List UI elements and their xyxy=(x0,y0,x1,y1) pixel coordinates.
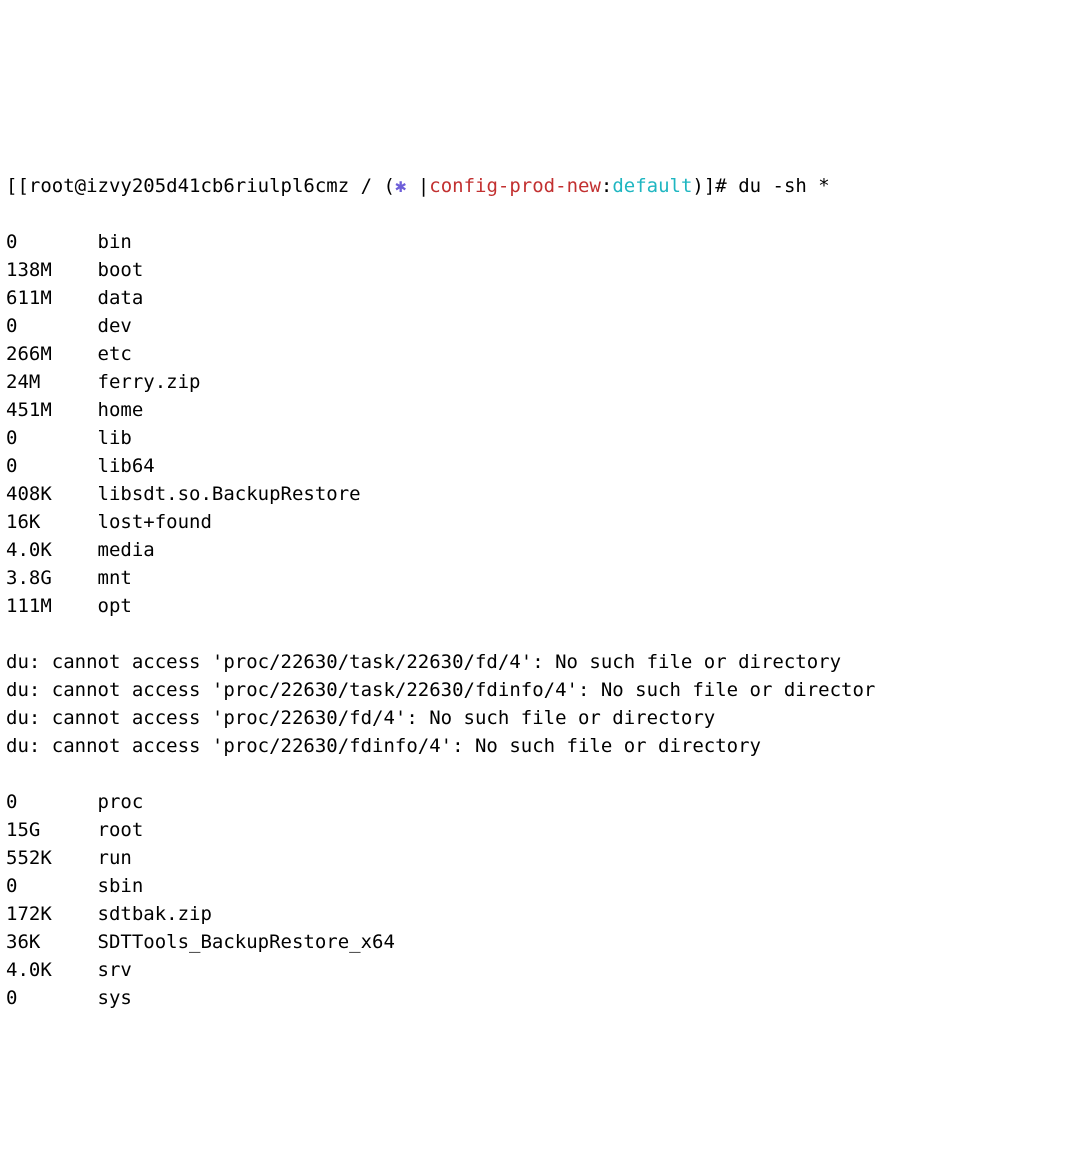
du-size: 36K xyxy=(6,928,98,956)
du-size: 4.0K xyxy=(6,536,98,564)
du-size: 0 xyxy=(6,312,98,340)
star-icon: ✱ xyxy=(395,175,406,197)
du-row: 100Ktmp xyxy=(6,1012,1064,1014)
du-name: dev xyxy=(98,312,132,340)
du-size: 611M xyxy=(6,284,98,312)
du-size: 0 xyxy=(6,424,98,452)
du-size: 24M xyxy=(6,368,98,396)
du-name: SDTTools_BackupRestore_x64 xyxy=(98,928,395,956)
du-name: tmp xyxy=(98,1012,132,1014)
du-error-line: du: cannot access 'proc/22630/fdinfo/4':… xyxy=(6,732,1064,760)
du-name: mnt xyxy=(98,564,132,592)
prompt-colon: : xyxy=(601,175,612,197)
command-text: du -sh * xyxy=(738,175,830,197)
du-row: 24Mferry.zip xyxy=(6,368,1064,396)
du-name: sbin xyxy=(98,872,144,900)
du-row: 172Ksdtbak.zip xyxy=(6,900,1064,928)
du-name: lost+found xyxy=(98,508,212,536)
prompt-userhost: root@izvy205d41cb6riulpl6cmz xyxy=(29,175,349,197)
du-row: 0lib64 xyxy=(6,452,1064,480)
prompt-line: [[root@izvy205d41cb6riulpl6cmz / (✱ |con… xyxy=(6,172,1064,200)
kube-namespace: default xyxy=(612,175,692,197)
du-size: 266M xyxy=(6,340,98,368)
du-row: 111Mopt xyxy=(6,592,1064,620)
du-row: 16Klost+found xyxy=(6,508,1064,536)
du-size: 0 xyxy=(6,872,98,900)
du-name: proc xyxy=(98,788,144,816)
du-error-line: du: cannot access 'proc/22630/task/22630… xyxy=(6,648,1064,676)
prompt-path: / ( xyxy=(349,175,395,197)
du-size: 172K xyxy=(6,900,98,928)
prompt-open: [[ xyxy=(6,175,29,197)
du-size: 408K xyxy=(6,480,98,508)
du-row: 266Metc xyxy=(6,340,1064,368)
du-row: 0bin xyxy=(6,228,1064,256)
du-name: home xyxy=(98,396,144,424)
du-name: data xyxy=(98,284,144,312)
du-name: run xyxy=(98,844,132,872)
du-row: 3.8Gmnt xyxy=(6,564,1064,592)
du-name: media xyxy=(98,536,155,564)
du-row: 552Krun xyxy=(6,844,1064,872)
du-name: lib64 xyxy=(98,452,155,480)
du-row: 0sbin xyxy=(6,872,1064,900)
kube-context: config-prod-new xyxy=(429,175,601,197)
du-size: 552K xyxy=(6,844,98,872)
du-name: root xyxy=(98,816,144,844)
du-name: lib xyxy=(98,424,132,452)
prompt-mid: | xyxy=(406,175,429,197)
du-error-line: du: cannot access 'proc/22630/fd/4': No … xyxy=(6,704,1064,732)
du-size: 16K xyxy=(6,508,98,536)
du-name: ferry.zip xyxy=(98,368,201,396)
du-size: 4.0K xyxy=(6,956,98,984)
du-size: 0 xyxy=(6,788,98,816)
du-row: 15Groot xyxy=(6,816,1064,844)
terminal-output[interactable]: [[root@izvy205d41cb6riulpl6cmz / (✱ |con… xyxy=(0,140,1070,1014)
du-row: 0lib xyxy=(6,424,1064,452)
du-name: libsdt.so.BackupRestore xyxy=(98,480,361,508)
du-size: 15G xyxy=(6,816,98,844)
du-row: 0sys xyxy=(6,984,1064,1012)
du-row: 138Mboot xyxy=(6,256,1064,284)
du-error-block: du: cannot access 'proc/22630/task/22630… xyxy=(6,648,1064,760)
du-name: bin xyxy=(98,228,132,256)
prompt-close: )]# xyxy=(692,175,738,197)
du-size: 100K xyxy=(6,1012,98,1014)
du-name: sdtbak.zip xyxy=(98,900,212,928)
du-size: 0 xyxy=(6,228,98,256)
du-name: srv xyxy=(98,956,132,984)
du-row: 0proc xyxy=(6,788,1064,816)
du-size: 0 xyxy=(6,452,98,480)
du-row: 451Mhome xyxy=(6,396,1064,424)
du-row: 0dev xyxy=(6,312,1064,340)
du-name: etc xyxy=(98,340,132,368)
du-error-line: du: cannot access 'proc/22630/task/22630… xyxy=(6,676,1064,704)
du-size: 111M xyxy=(6,592,98,620)
du-size: 3.8G xyxy=(6,564,98,592)
du-name: opt xyxy=(98,592,132,620)
du-output-block-2: 0proc15Groot552Krun0sbin172Ksdtbak.zip36… xyxy=(6,788,1064,1014)
du-size: 138M xyxy=(6,256,98,284)
du-output-block-1: 0bin138Mboot611Mdata0dev266Metc24Mferry.… xyxy=(6,228,1064,620)
du-row: 36KSDTTools_BackupRestore_x64 xyxy=(6,928,1064,956)
du-name: sys xyxy=(98,984,132,1012)
du-size: 0 xyxy=(6,984,98,1012)
du-size: 451M xyxy=(6,396,98,424)
du-row: 4.0Ksrv xyxy=(6,956,1064,984)
du-row: 611Mdata xyxy=(6,284,1064,312)
du-name: boot xyxy=(98,256,144,284)
du-row: 4.0Kmedia xyxy=(6,536,1064,564)
du-row: 408Klibsdt.so.BackupRestore xyxy=(6,480,1064,508)
